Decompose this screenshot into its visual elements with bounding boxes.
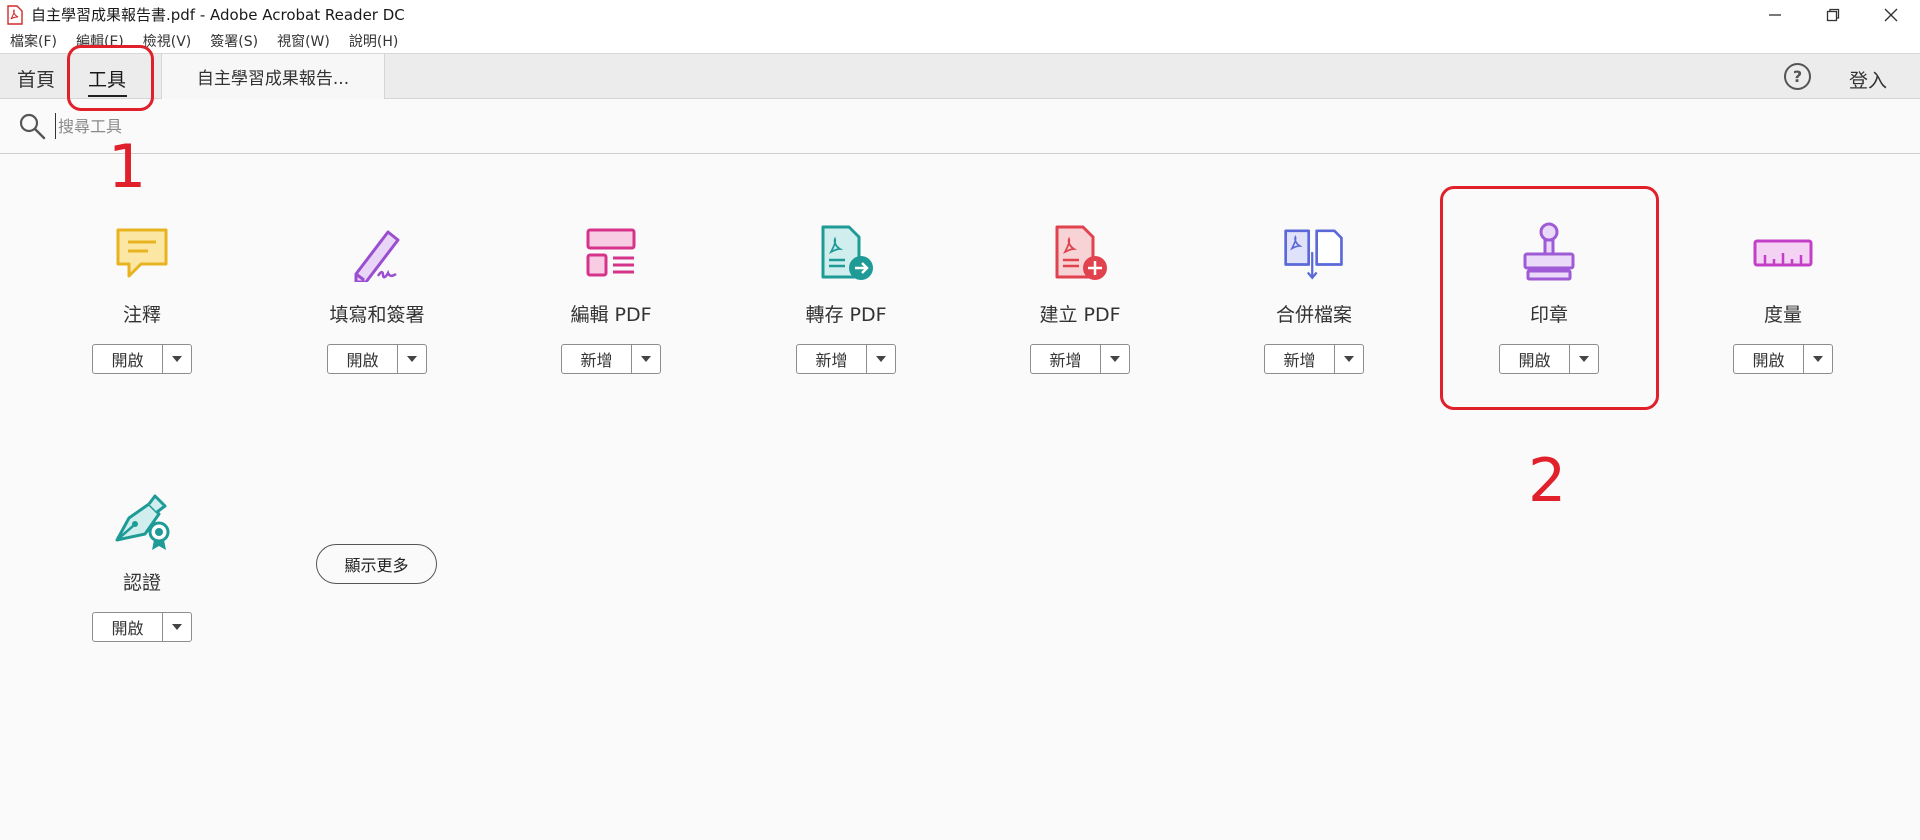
tool-action-split-button: 開啟 bbox=[92, 612, 192, 642]
create-pdf-icon bbox=[1049, 222, 1111, 284]
tool-action-split-button: 新增 bbox=[561, 344, 661, 374]
tool-label: 合併檔案 bbox=[1275, 304, 1352, 326]
annotation-highlight-stamp-tool bbox=[1440, 186, 1659, 410]
tool-label: 建立 PDF bbox=[1039, 304, 1121, 326]
tool-measure[interactable]: 度量 開啟 bbox=[1683, 222, 1883, 374]
restore-icon bbox=[1826, 8, 1840, 21]
add-button[interactable]: 新增 bbox=[562, 345, 632, 373]
export-pdf-icon bbox=[815, 222, 877, 284]
tool-label: 轉存 PDF bbox=[805, 304, 887, 326]
caret-down-icon bbox=[407, 356, 417, 362]
tool-action-split-button: 開啟 bbox=[327, 344, 427, 374]
comment-icon bbox=[111, 222, 173, 284]
open-button[interactable]: 開啟 bbox=[1734, 345, 1804, 373]
menu-sign[interactable]: 簽署(S) bbox=[210, 31, 258, 51]
tool-edit-pdf[interactable]: 編輯 PDF 新增 bbox=[511, 222, 711, 374]
restore-button[interactable] bbox=[1804, 0, 1862, 29]
tool-fill-sign[interactable]: 填寫和簽署 開啟 bbox=[277, 222, 477, 374]
sign-in-link[interactable]: 登入 bbox=[1849, 66, 1887, 93]
certificate-icon bbox=[111, 490, 173, 552]
add-button[interactable]: 新增 bbox=[1031, 345, 1101, 373]
tool-action-split-button: 新增 bbox=[1030, 344, 1130, 374]
open-button[interactable]: 開啟 bbox=[328, 345, 398, 373]
search-icon bbox=[18, 112, 46, 144]
tool-label: 認證 bbox=[122, 572, 161, 594]
minimize-button[interactable] bbox=[1746, 0, 1804, 29]
open-button[interactable]: 開啟 bbox=[93, 345, 163, 373]
tool-label: 填寫和簽署 bbox=[329, 304, 425, 326]
caret-down-icon bbox=[1344, 356, 1354, 362]
add-button[interactable]: 新增 bbox=[1265, 345, 1335, 373]
tool-label: 度量 bbox=[1763, 304, 1802, 326]
add-button[interactable]: 新增 bbox=[797, 345, 867, 373]
menu-bar: 檔案(F) 編輯(E) 檢視(V) 簽署(S) 視窗(W) 說明(H) bbox=[0, 29, 1920, 53]
caret-down-icon bbox=[1813, 356, 1823, 362]
minimize-icon bbox=[1769, 13, 1781, 16]
window-title: 自主學習成果報告書.pdf - Adobe Acrobat Reader DC bbox=[31, 6, 405, 24]
tab-document[interactable]: 自主學習成果報告... bbox=[161, 54, 385, 99]
caret-down-icon bbox=[172, 624, 182, 630]
dropdown-button[interactable] bbox=[1335, 345, 1363, 373]
tool-search-bar bbox=[0, 99, 1920, 154]
caret-down-icon bbox=[876, 356, 886, 362]
acrobat-pdf-icon bbox=[5, 4, 25, 26]
measure-icon bbox=[1752, 222, 1814, 284]
caret-down-icon bbox=[1110, 356, 1120, 362]
fill-sign-icon bbox=[346, 222, 408, 284]
close-button[interactable] bbox=[1862, 0, 1920, 29]
combine-files-icon bbox=[1283, 222, 1345, 284]
dropdown-button[interactable] bbox=[163, 613, 191, 641]
title-bar: 自主學習成果報告書.pdf - Adobe Acrobat Reader DC bbox=[0, 0, 1920, 29]
tool-action-split-button: 新增 bbox=[1264, 344, 1364, 374]
dropdown-button[interactable] bbox=[632, 345, 660, 373]
tool-create-pdf[interactable]: 建立 PDF 新增 bbox=[980, 222, 1180, 374]
tool-action-split-button: 新增 bbox=[796, 344, 896, 374]
open-button[interactable]: 開啟 bbox=[93, 613, 163, 641]
tool-comment[interactable]: 注釋 開啟 bbox=[42, 222, 242, 374]
menu-file[interactable]: 檔案(F) bbox=[10, 31, 57, 51]
dropdown-button[interactable] bbox=[1101, 345, 1129, 373]
caret-down-icon bbox=[641, 356, 651, 362]
menu-view[interactable]: 檢視(V) bbox=[143, 31, 192, 51]
dropdown-button[interactable] bbox=[1804, 345, 1832, 373]
tab-bar: 首頁 工具 自主學習成果報告... ? 登入 bbox=[0, 53, 1920, 99]
tool-action-split-button: 開啟 bbox=[92, 344, 192, 374]
window-controls bbox=[1746, 0, 1920, 29]
tool-certificate[interactable]: 認證 開啟 bbox=[42, 490, 242, 642]
tool-action-split-button: 開啟 bbox=[1733, 344, 1833, 374]
tool-export-pdf[interactable]: 轉存 PDF 新增 bbox=[746, 222, 946, 374]
help-button[interactable]: ? bbox=[1784, 63, 1811, 90]
caret-down-icon bbox=[172, 356, 182, 362]
dropdown-button[interactable] bbox=[398, 345, 426, 373]
tool-combine-files[interactable]: 合併檔案 新增 bbox=[1214, 222, 1414, 374]
menu-help[interactable]: 說明(H) bbox=[349, 31, 398, 51]
tool-label: 編輯 PDF bbox=[570, 304, 652, 326]
edit-pdf-icon bbox=[580, 222, 642, 284]
menu-window[interactable]: 視窗(W) bbox=[277, 31, 330, 51]
dropdown-button[interactable] bbox=[163, 345, 191, 373]
dropdown-button[interactable] bbox=[867, 345, 895, 373]
annotation-highlight-tools-tab bbox=[67, 45, 154, 111]
show-more-button[interactable]: 顯示更多 bbox=[316, 544, 437, 584]
close-icon bbox=[1884, 8, 1898, 21]
annotation-step-2: 2 bbox=[1528, 446, 1567, 516]
tool-label: 注釋 bbox=[122, 304, 161, 326]
tab-home[interactable]: 首頁 bbox=[17, 65, 55, 92]
annotation-step-1: 1 bbox=[108, 132, 147, 202]
